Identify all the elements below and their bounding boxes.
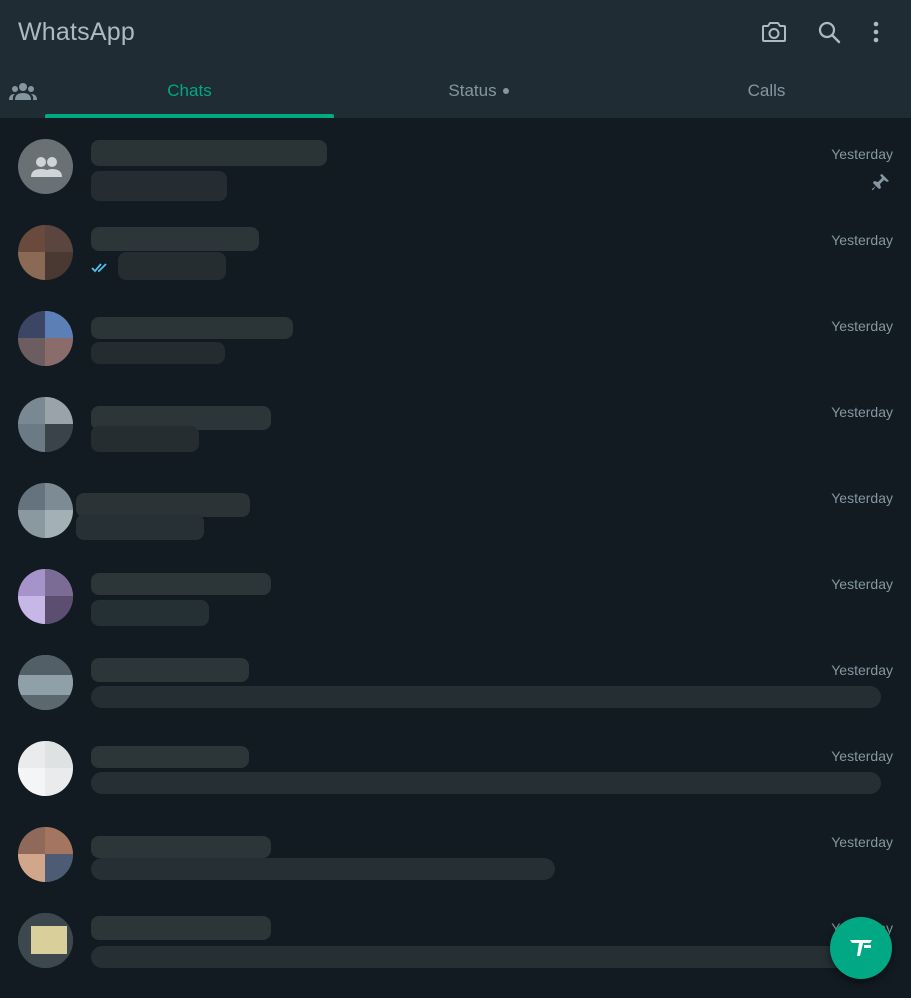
camera-icon[interactable] — [757, 15, 791, 49]
new-chat-button[interactable] — [830, 917, 892, 979]
blurred-name — [91, 836, 271, 858]
chat-time: Yesterday — [831, 834, 893, 850]
chat-row[interactable]: Yesterday — [0, 118, 911, 204]
chat-row[interactable]: Yesterday — [0, 290, 911, 376]
double-check-icon — [91, 263, 107, 273]
pin-icon — [872, 174, 889, 190]
blurred-preview — [91, 858, 555, 880]
blurred-preview — [91, 772, 881, 794]
blurred-name — [91, 227, 259, 251]
blurred-name — [91, 658, 249, 682]
chat-row[interactable]: Yesterday — [0, 548, 911, 634]
chat-row[interactable]: Yesterday — [0, 634, 911, 720]
tab-status-label: Status — [448, 81, 497, 100]
avatar — [18, 569, 73, 624]
avatar — [18, 741, 73, 796]
chat-row[interactable]: Yesterday — [0, 376, 911, 462]
blurred-preview — [76, 514, 204, 540]
avatar — [18, 225, 73, 280]
avatar — [18, 311, 73, 366]
blurred-preview — [91, 600, 209, 626]
chat-row[interactable]: Yesterday — [0, 806, 911, 892]
blurred-name — [91, 140, 327, 166]
chat-time: Yesterday — [831, 576, 893, 592]
blurred-name — [91, 573, 271, 595]
whatsapp-app: WhatsApp Chats Status Calls Yesterday Ye… — [0, 0, 911, 998]
chat-row[interactable]: Yesterday — [0, 204, 911, 290]
group-avatar-icon — [18, 139, 73, 194]
chat-time: Yesterday — [831, 318, 893, 334]
chat-row[interactable]: Yesterday — [0, 462, 911, 548]
chat-time: Yesterday — [831, 146, 893, 162]
new-chat-icon — [850, 940, 872, 956]
avatar — [18, 655, 73, 710]
tab-community[interactable] — [0, 64, 45, 118]
avatar — [18, 827, 73, 882]
chat-time: Yesterday — [831, 232, 893, 248]
tab-status[interactable]: Status — [334, 64, 623, 118]
blurred-preview — [91, 946, 851, 968]
blurred-preview — [118, 252, 226, 280]
avatar — [18, 139, 73, 194]
chat-time: Yesterday — [831, 490, 893, 506]
tab-calls-label: Calls — [747, 81, 786, 100]
chat-time: Yesterday — [831, 748, 893, 764]
blurred-name — [91, 916, 271, 940]
blurred-preview — [91, 426, 199, 452]
status-unread-dot — [502, 88, 509, 94]
tab-chats[interactable]: Chats — [45, 64, 334, 118]
tab-bar: Chats Status Calls — [0, 64, 911, 118]
more-vert-icon[interactable] — [859, 15, 893, 49]
tab-calls[interactable]: Calls — [622, 64, 911, 118]
search-icon[interactable] — [812, 15, 846, 49]
blurred-preview — [91, 686, 881, 708]
chat-row[interactable]: Yesterday — [0, 720, 911, 806]
app-title: WhatsApp — [18, 18, 135, 46]
app-bar: WhatsApp Chats Status Calls — [0, 0, 911, 118]
blurred-preview — [91, 342, 225, 364]
blurred-preview — [91, 171, 227, 201]
chat-list: Yesterday Yesterday Yesterday Yesterday … — [0, 118, 911, 998]
chat-time: Yesterday — [831, 404, 893, 420]
community-icon — [8, 83, 37, 100]
tab-chats-label: Chats — [167, 81, 212, 100]
chat-time: Yesterday — [831, 662, 893, 678]
avatar — [18, 483, 73, 538]
avatar — [18, 397, 73, 452]
chat-row[interactable]: Yesterday — [0, 892, 911, 978]
avatar — [18, 913, 73, 968]
blurred-name — [91, 317, 293, 339]
blurred-name — [91, 746, 249, 768]
